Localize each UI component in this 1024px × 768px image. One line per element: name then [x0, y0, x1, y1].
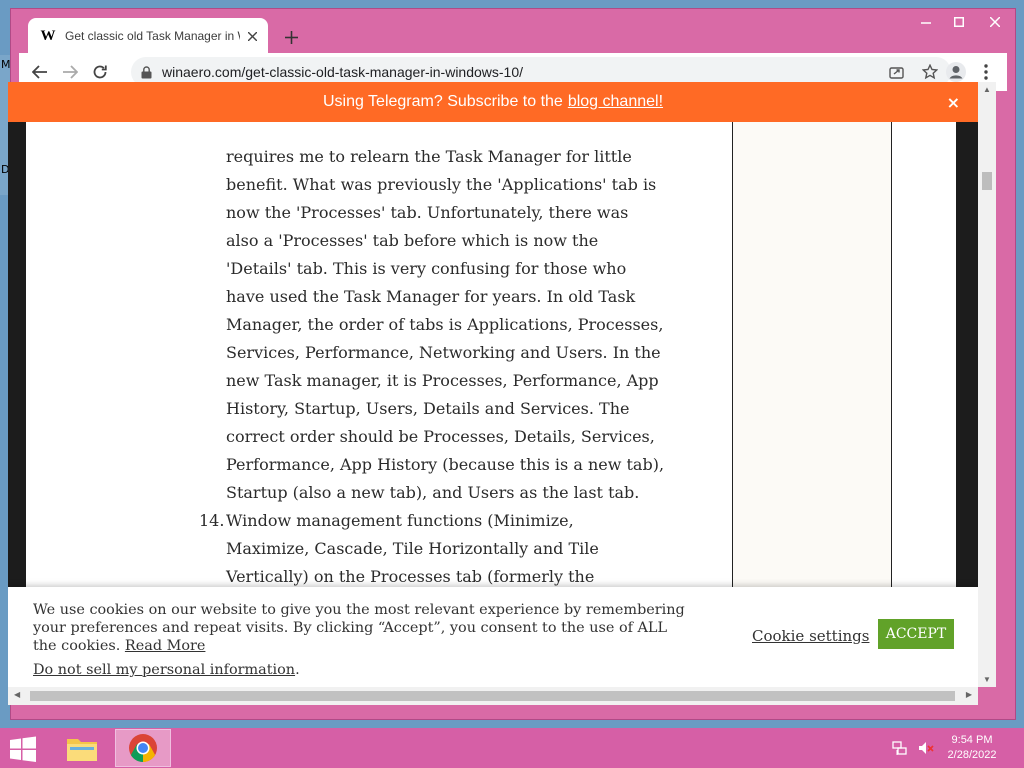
- volume-muted-icon[interactable]: [918, 740, 934, 756]
- arrow-left-icon: [32, 65, 47, 79]
- folder-icon: [67, 739, 97, 761]
- minimize-button[interactable]: [909, 9, 942, 35]
- article-line: Window management functions (Minimize,: [226, 511, 574, 530]
- accept-button[interactable]: ACCEPT: [878, 619, 954, 649]
- do-not-sell-link[interactable]: Do not sell my personal information: [33, 662, 295, 678]
- scrollbar-thumb[interactable]: [30, 691, 955, 701]
- chrome-taskbar-button[interactable]: [115, 729, 171, 767]
- banner-close-button[interactable]: ×: [947, 93, 960, 112]
- page-viewport: requires me to relearn the Task Manager …: [8, 82, 978, 687]
- windows-logo-icon: [10, 736, 36, 762]
- sidebar: [732, 122, 892, 592]
- list-item-number: 14.: [199, 511, 225, 530]
- more-vertical-icon: [984, 64, 988, 80]
- scroll-right-arrow-icon[interactable]: ▶: [966, 690, 972, 699]
- article-line: Startup (also a new tab), and Users as t…: [226, 483, 640, 502]
- cookie-settings-link[interactable]: Cookie settings: [752, 627, 869, 645]
- article-line: Manager, the order of tabs is Applicatio…: [226, 315, 664, 334]
- tab-title: Get classic old Task Manager in W: [65, 29, 240, 43]
- share-icon: [888, 67, 904, 79]
- taskbar: 9:54 PM 2/28/2022: [0, 728, 1024, 768]
- article-body: requires me to relearn the Task Manager …: [199, 143, 686, 591]
- article-line: Services, Performance, Networking and Us…: [226, 343, 661, 362]
- do-not-sell: Do not sell my personal information.: [33, 662, 300, 678]
- close-icon: [990, 17, 1000, 27]
- cookie-message: We use cookies on our website to give yo…: [33, 601, 693, 655]
- vertical-scrollbar[interactable]: ▲ ▼: [978, 82, 996, 687]
- new-tab-button[interactable]: [279, 25, 303, 49]
- browser-tab[interactable]: W Get classic old Task Manager in W: [28, 18, 268, 54]
- maximize-icon: [953, 17, 964, 27]
- do-not-sell-suffix: .: [295, 662, 300, 678]
- article-line: correct order should be Processes, Detai…: [226, 427, 655, 446]
- plus-icon: [284, 30, 298, 44]
- start-button[interactable]: [8, 736, 38, 762]
- avatar-icon: [946, 62, 966, 82]
- close-icon: [247, 31, 257, 41]
- scroll-down-arrow-icon[interactable]: ▼: [983, 675, 991, 684]
- scrollbar-thumb[interactable]: [982, 172, 992, 190]
- window-controls: [909, 9, 1015, 37]
- scroll-up-arrow-icon[interactable]: ▲: [983, 85, 991, 94]
- lock-icon: [141, 65, 152, 78]
- blog-channel-link[interactable]: blog channel!: [568, 93, 663, 111]
- star-icon: [922, 64, 938, 80]
- article-line: benefit. What was previously the 'Applic…: [226, 175, 657, 194]
- close-button[interactable]: [975, 9, 1015, 35]
- system-tray: [892, 740, 934, 756]
- article-line: requires me to relearn the Task Manager …: [226, 147, 632, 166]
- minimize-icon: [920, 22, 931, 24]
- article-line: now the 'Processes' tab. Unfortunately, …: [226, 203, 629, 222]
- clock-time: 9:54 PM: [951, 734, 993, 746]
- arrow-right-icon: [63, 65, 78, 79]
- scroll-left-arrow-icon[interactable]: ◀: [14, 690, 20, 699]
- chrome-icon: [129, 734, 157, 762]
- taskbar-clock[interactable]: 9:54 PM 2/28/2022: [940, 733, 1004, 763]
- file-explorer-button[interactable]: [60, 730, 104, 766]
- read-more-link[interactable]: Read More: [125, 638, 206, 654]
- maximize-button[interactable]: [942, 9, 975, 35]
- tab-close-button[interactable]: [244, 28, 260, 44]
- horizontal-scrollbar[interactable]: ◀ ▶: [8, 687, 978, 705]
- article-line: Maximize, Cascade, Tile Horizontally and…: [226, 539, 599, 558]
- article-line: History, Startup, Users, Details and Ser…: [226, 399, 630, 418]
- article-line: have used the Task Manager for years. In…: [226, 287, 636, 306]
- network-icon[interactable]: [892, 740, 908, 756]
- article-line: Performance, App History (because this i…: [226, 455, 665, 474]
- clock-date: 2/28/2022: [947, 749, 997, 761]
- list-item: 14. Window management functions (Minimiz…: [199, 507, 686, 591]
- telegram-banner: Using Telegram? Subscribe to the blog ch…: [8, 82, 978, 122]
- winaero-favicon-icon: W: [40, 27, 56, 44]
- cookie-consent-bar: We use cookies on our website to give yo…: [8, 587, 978, 687]
- banner-text: Using Telegram? Subscribe to the: [322, 93, 563, 110]
- article-line: new Task manager, it is Processes, Perfo…: [226, 371, 659, 390]
- article-line: 'Details' tab. This is very confusing fo…: [226, 259, 627, 278]
- reload-icon: [93, 65, 107, 79]
- article-line: also a 'Processes' tab before which is n…: [226, 231, 599, 250]
- url-text: winaero.com/get-classic-old-task-manager…: [162, 64, 524, 80]
